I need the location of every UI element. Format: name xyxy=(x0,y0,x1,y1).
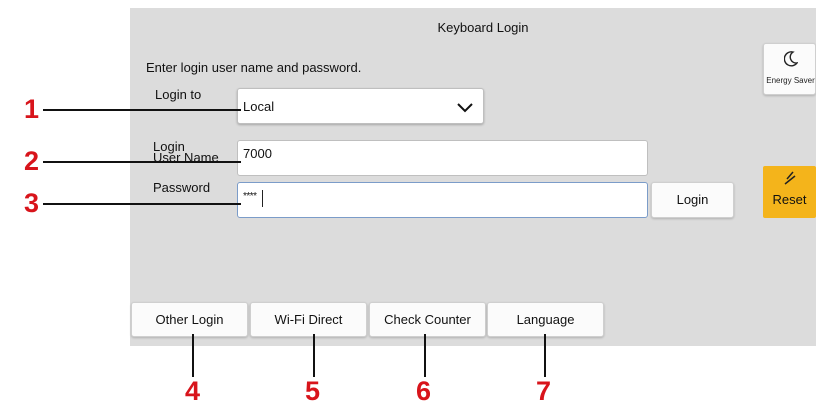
login-user-name-value: 7000 xyxy=(243,146,272,161)
login-user-name-input[interactable]: 7000 xyxy=(237,140,648,176)
text-caret xyxy=(262,190,263,207)
slash-icon xyxy=(783,171,797,190)
callout-6: 6 xyxy=(416,376,432,405)
reset-label: Reset xyxy=(772,192,807,207)
moon-icon xyxy=(783,51,799,70)
password-value: **** xyxy=(243,191,257,202)
screen-title: Keyboard Login xyxy=(437,20,529,35)
callout-1: 1 xyxy=(24,94,40,124)
login-to-label: Login to xyxy=(155,87,202,102)
check-counter-button[interactable]: Check Counter xyxy=(369,302,486,337)
password-label: Password xyxy=(153,180,211,195)
login-user-name-label: Login User Name xyxy=(153,140,219,164)
callout-4: 4 xyxy=(185,376,201,405)
energy-saver-button[interactable]: Energy Saver xyxy=(763,43,816,95)
callout-3: 3 xyxy=(24,188,40,218)
callout-5-line xyxy=(313,334,315,377)
callout-6-line xyxy=(424,334,426,377)
chevron-down-icon xyxy=(457,101,473,116)
callout-5: 5 xyxy=(305,376,321,405)
reset-button[interactable]: Reset xyxy=(763,166,816,218)
callout-1-line xyxy=(43,109,241,111)
login-button[interactable]: Login xyxy=(651,182,734,218)
instruction-text: Enter login user name and password. xyxy=(146,60,362,75)
callout-2-line xyxy=(43,161,241,163)
callout-4-line xyxy=(192,334,194,377)
callout-2: 2 xyxy=(24,146,40,176)
login-to-select[interactable]: Local xyxy=(237,88,484,124)
login-panel: Keyboard Login Enter login user name and… xyxy=(130,8,816,346)
callout-7-line xyxy=(544,334,546,377)
other-login-button[interactable]: Other Login xyxy=(131,302,248,337)
callout-3-line xyxy=(43,203,241,205)
wifi-direct-button[interactable]: Wi-Fi Direct xyxy=(250,302,367,337)
callout-7: 7 xyxy=(536,376,552,405)
password-input[interactable]: **** xyxy=(237,182,648,218)
energy-saver-label: Energy Saver xyxy=(766,76,815,85)
language-button[interactable]: Language xyxy=(487,302,604,337)
login-to-value: Local xyxy=(243,99,275,114)
